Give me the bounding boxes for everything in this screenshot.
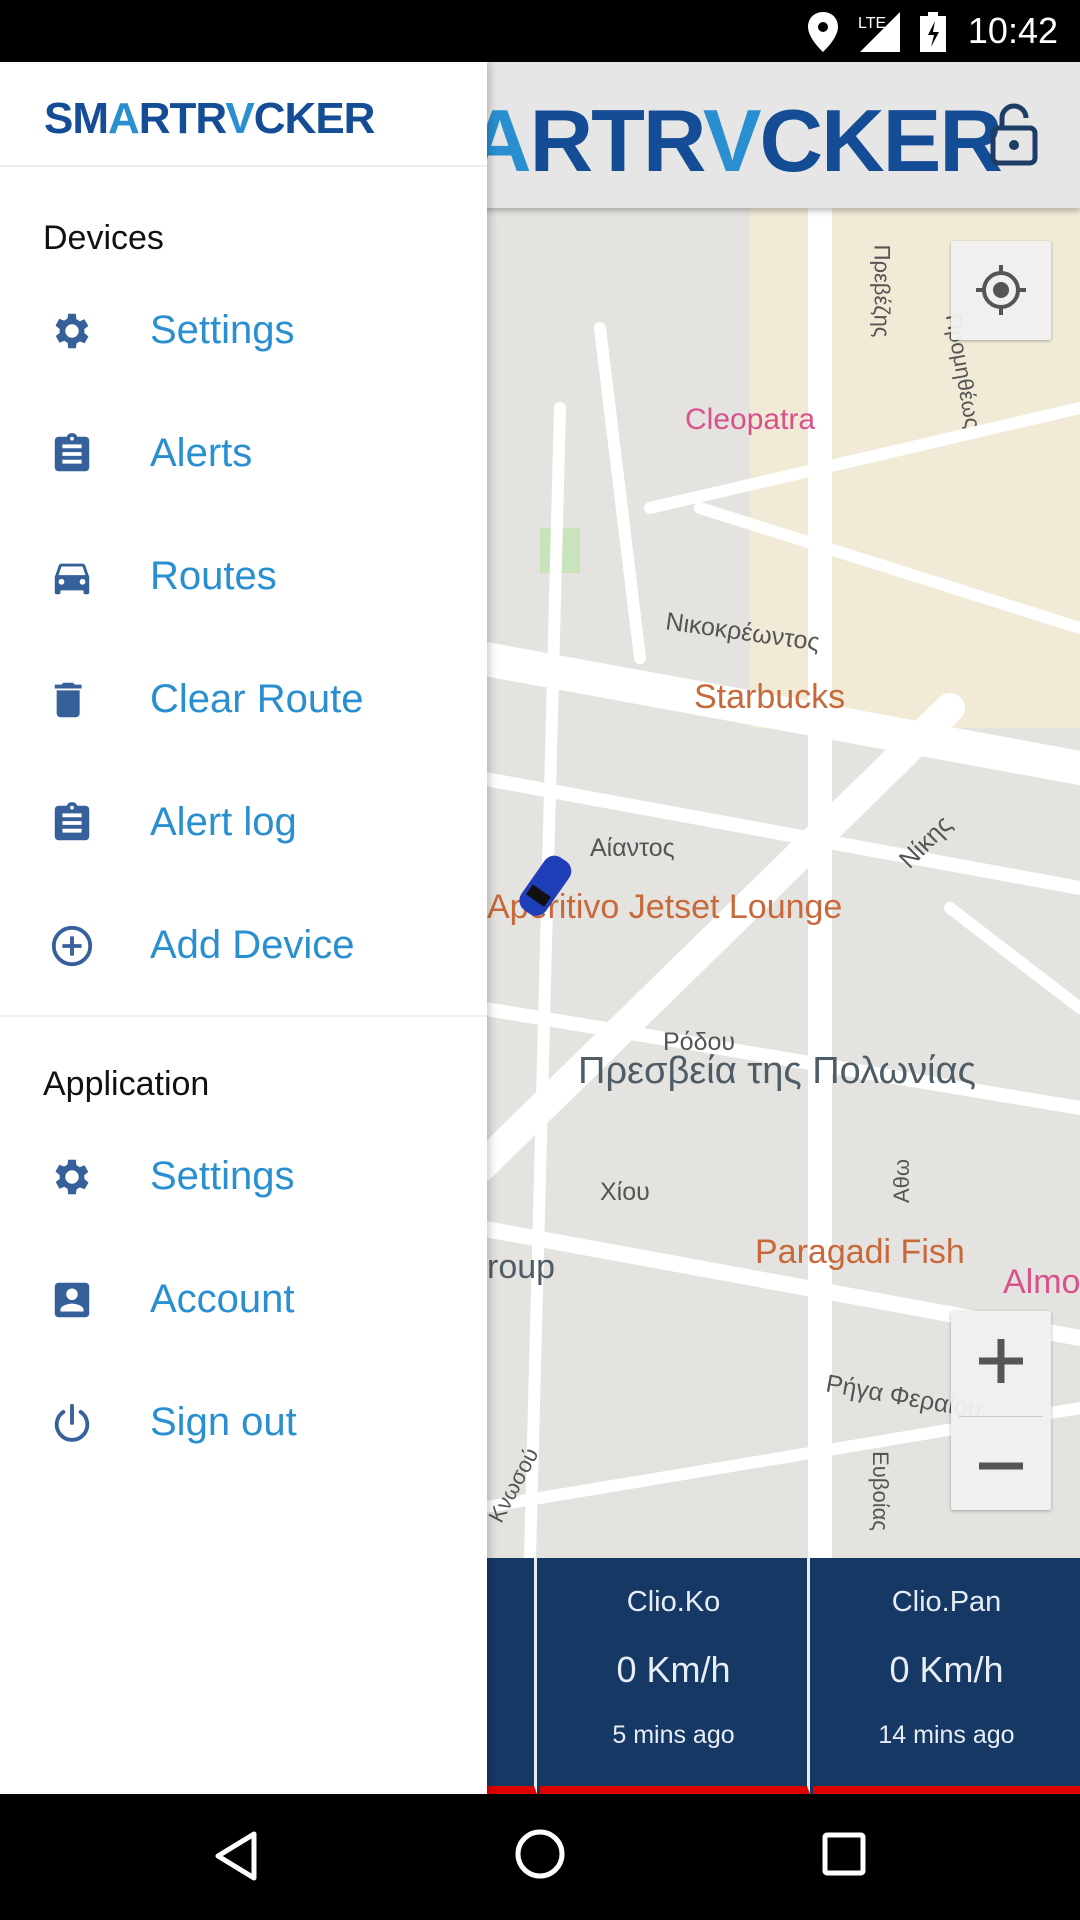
crosshair-icon bbox=[976, 265, 1026, 315]
clipboard-icon bbox=[54, 432, 90, 471]
navigation-drawer: SMARTRVCKER Devices Settings Alerts Rout… bbox=[0, 62, 487, 1794]
drawer-item-label: Alert log bbox=[150, 800, 297, 844]
signal-icon: LTE bbox=[858, 12, 900, 52]
device-name: Clio.Pan bbox=[891, 1586, 1002, 1618]
poi-label: Πρεσβεία της Πολωνίας bbox=[578, 1050, 976, 1092]
status-bar: LTE 10:42 bbox=[0, 0, 1080, 62]
device-card[interactable]: Clio.Pan 0 Km/h 14 mins ago bbox=[813, 1558, 1080, 1794]
clipboard-icon bbox=[54, 801, 90, 840]
car-icon bbox=[54, 563, 90, 594]
drawer-item-alert-log[interactable]: Alert log bbox=[0, 761, 487, 884]
divider bbox=[0, 1015, 487, 1017]
back-button[interactable] bbox=[212, 1830, 260, 1882]
section-devices-title: Devices bbox=[43, 219, 164, 257]
street-label: Ευβοίας bbox=[867, 1451, 893, 1531]
device-speed: 0 Km/h bbox=[616, 1649, 731, 1690]
system-nav-bar bbox=[0, 1794, 1080, 1920]
lock-open-icon[interactable] bbox=[990, 102, 1038, 166]
drawer-logo: SMARTRVCKER bbox=[0, 62, 487, 167]
section-application-title: Application bbox=[43, 1065, 210, 1103]
device-card[interactable]: Clio.Ko 0 Km/h 5 mins ago bbox=[540, 1558, 810, 1794]
drawer-item-label: Settings bbox=[150, 308, 295, 352]
drawer-item-label: Alerts bbox=[150, 431, 253, 475]
drawer-item-account[interactable]: Account bbox=[0, 1238, 487, 1361]
poi-label: Paragadi Fish bbox=[755, 1233, 965, 1271]
recents-button[interactable] bbox=[822, 1832, 866, 1876]
zoom-in-button[interactable] bbox=[951, 1311, 1051, 1411]
my-location-button[interactable] bbox=[951, 241, 1051, 340]
device-updated: 14 mins ago bbox=[878, 1721, 1015, 1749]
trash-icon bbox=[54, 682, 82, 717]
battery-charging-icon bbox=[920, 12, 946, 52]
poi-label: Almo bbox=[1003, 1263, 1080, 1301]
poi-label: Cleopatra bbox=[685, 403, 816, 436]
drawer-item-sign-out[interactable]: Sign out bbox=[0, 1361, 487, 1484]
gear-icon bbox=[55, 1159, 89, 1194]
street-label: Αίαντος bbox=[590, 834, 675, 862]
drawer-item-alerts[interactable]: Alerts bbox=[0, 392, 487, 515]
power-icon bbox=[54, 1403, 90, 1442]
street-label: Χίου bbox=[600, 1178, 650, 1206]
drawer-item-label: Account bbox=[150, 1277, 295, 1321]
device-name: Clio.Ko bbox=[626, 1586, 721, 1618]
home-button[interactable] bbox=[514, 1828, 566, 1880]
gear-icon bbox=[55, 313, 89, 348]
drawer-item-label: Routes bbox=[150, 554, 277, 598]
poi-label: roup bbox=[487, 1248, 556, 1286]
drawer-item-label: Clear Route bbox=[150, 677, 364, 721]
drawer-item-add-device[interactable]: Add Device bbox=[0, 884, 487, 1007]
location-icon bbox=[808, 12, 838, 52]
device-card-partial[interactable] bbox=[487, 1558, 537, 1794]
drawer-item-clear-route[interactable]: Clear Route bbox=[0, 638, 487, 761]
street-label: Αθω bbox=[889, 1158, 915, 1204]
device-updated: 5 mins ago bbox=[612, 1721, 735, 1749]
drawer-item-routes[interactable]: Routes bbox=[0, 515, 487, 638]
add-circle-icon bbox=[51, 925, 93, 966]
zoom-controls bbox=[951, 1311, 1051, 1510]
drawer-item-label: Sign out bbox=[150, 1400, 297, 1444]
clock: 10:42 bbox=[967, 10, 1058, 51]
drawer-item-device-settings[interactable]: Settings bbox=[0, 269, 487, 392]
svg-text:LTE: LTE bbox=[858, 15, 886, 32]
drawer-item-app-settings[interactable]: Settings bbox=[0, 1115, 487, 1238]
device-speed: 0 Km/h bbox=[889, 1649, 1004, 1690]
vehicle-marker-icon[interactable] bbox=[515, 848, 575, 928]
account-box-icon bbox=[54, 1282, 90, 1317]
drawer-item-label: Add Device bbox=[150, 923, 355, 967]
zoom-out-button[interactable] bbox=[951, 1417, 1051, 1515]
street-label: Πρεβέζης bbox=[869, 244, 895, 338]
drawer-item-label: Settings bbox=[150, 1154, 295, 1198]
poi-label: Starbucks bbox=[694, 678, 846, 716]
